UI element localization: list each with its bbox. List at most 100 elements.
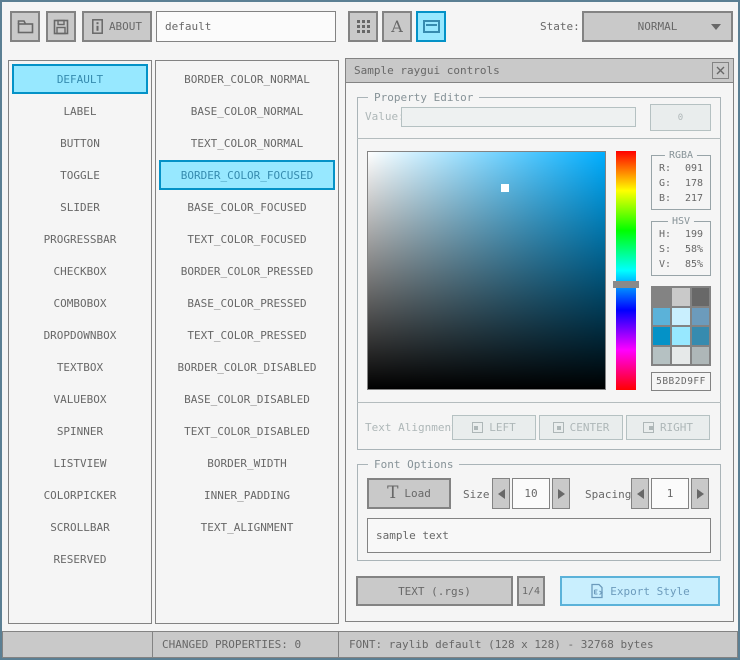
swatch-text-normal[interactable] <box>691 288 709 306</box>
list-item-valuebox[interactable]: VALUEBOX <box>12 384 148 414</box>
export-page-button[interactable]: 1/4 <box>517 576 545 606</box>
list-item-listview[interactable]: LISTVIEW <box>12 448 148 478</box>
size-increment-button[interactable] <box>552 478 570 509</box>
list-item-border-color-pressed[interactable]: BORDER_COLOR_PRESSED <box>159 256 335 286</box>
spacing-increment-button[interactable] <box>691 478 709 509</box>
swatch-text-disabled[interactable] <box>691 346 709 364</box>
arrow-left-icon <box>636 488 644 499</box>
controls-view-button[interactable] <box>416 11 446 42</box>
swatch-border-disabled[interactable] <box>653 346 671 364</box>
folder-icon <box>17 20 33 34</box>
arrow-left-icon <box>497 488 505 499</box>
list-item-base-color-focused[interactable]: BASE_COLOR_FOCUSED <box>159 192 335 222</box>
list-item-inner-padding[interactable]: INNER_PADDING <box>159 480 335 510</box>
list-item-textbox[interactable]: TEXTBOX <box>12 352 148 382</box>
value-apply-button[interactable]: 0 <box>650 104 711 131</box>
rguistyler-app: ABOUT default A State: NORMAL DEFAULT LA… <box>0 0 740 660</box>
arrow-right-icon <box>696 488 704 499</box>
list-item-base-color-normal[interactable]: BASE_COLOR_NORMAL <box>159 96 335 126</box>
list-item-checkbox[interactable]: CHECKBOX <box>12 256 148 286</box>
list-item-base-color-disabled[interactable]: BASE_COLOR_DISABLED <box>159 384 335 414</box>
rgba-b-row: B: 217 <box>659 193 703 204</box>
properties-listview: BORDER_COLOR_NORMAL BASE_COLOR_NORMAL TE… <box>155 60 339 624</box>
window-title: Sample raygui controls <box>354 64 500 77</box>
list-item-colorpicker[interactable]: COLORPICKER <box>12 480 148 510</box>
font-load-button[interactable]: T Load <box>367 478 451 509</box>
state-dropdown[interactable]: NORMAL <box>582 11 733 42</box>
statusbar-font-info: FONT: raylib default (128 x 128) - 32768… <box>338 631 738 658</box>
rgba-label: RGBA <box>664 150 698 161</box>
state-value: NORMAL <box>637 20 678 33</box>
list-item-base-color-pressed[interactable]: BASE_COLOR_PRESSED <box>159 288 335 318</box>
swatch-border-focused[interactable] <box>653 307 671 325</box>
hue-slider-handle[interactable] <box>613 281 639 288</box>
list-item-reserved[interactable]: RESERVED <box>12 544 148 574</box>
list-item-text-color-pressed[interactable]: TEXT_COLOR_PRESSED <box>159 320 335 350</box>
value-input[interactable] <box>401 107 636 127</box>
list-item-text-color-focused[interactable]: TEXT_COLOR_FOCUSED <box>159 224 335 254</box>
align-right-button[interactable]: RIGHT <box>626 415 710 440</box>
align-center-icon <box>552 422 564 433</box>
font-a-icon: A <box>391 16 403 36</box>
style-table-view-button[interactable] <box>348 11 378 42</box>
divider-top <box>357 138 721 139</box>
swatch-base-normal[interactable] <box>672 288 690 306</box>
about-button[interactable]: ABOUT <box>82 11 152 42</box>
font-view-button[interactable]: A <box>382 11 412 42</box>
size-value-box[interactable]: 10 <box>512 478 550 509</box>
statusbar-changed-properties: CHANGED PROPERTIES: 0 <box>152 631 339 658</box>
swatch-base-disabled[interactable] <box>672 346 690 364</box>
list-item-border-width[interactable]: BORDER_WIDTH <box>159 448 335 478</box>
about-label: ABOUT <box>108 20 143 33</box>
sample-text-input[interactable]: sample text <box>367 518 711 553</box>
list-item-border-color-disabled[interactable]: BORDER_COLOR_DISABLED <box>159 352 335 382</box>
list-item-toggle[interactable]: TOGGLE <box>12 160 148 190</box>
list-item-button[interactable]: BUTTON <box>12 128 148 158</box>
list-item-border-color-normal[interactable]: BORDER_COLOR_NORMAL <box>159 64 335 94</box>
chevron-down-icon <box>711 23 721 30</box>
hsv-group: HSV H: 199 S: 58% V: 85% <box>651 216 711 276</box>
spacing-decrement-button[interactable] <box>631 478 649 509</box>
list-item-border-color-focused[interactable]: BORDER_COLOR_FOCUSED <box>159 160 335 190</box>
close-button[interactable] <box>712 62 729 79</box>
controls-listview: DEFAULT LABEL BUTTON TOGGLE SLIDER PROGR… <box>8 60 152 624</box>
align-left-button[interactable]: LEFT <box>452 415 536 440</box>
list-item-text-color-disabled[interactable]: TEXT_COLOR_DISABLED <box>159 416 335 446</box>
list-item-progressbar[interactable]: PROGRESSBAR <box>12 224 148 254</box>
color-picker-cursor[interactable] <box>501 183 510 192</box>
export-format-button[interactable]: TEXT (.rgs) <box>356 576 513 606</box>
spacing-value-box[interactable]: 1 <box>651 478 689 509</box>
font-options-label: Font Options <box>368 458 460 471</box>
align-right-icon <box>642 422 654 433</box>
swatch-base-pressed[interactable] <box>672 327 690 345</box>
align-center-button[interactable]: CENTER <box>539 415 623 440</box>
color-saturation-value-panel[interactable] <box>367 151 606 390</box>
list-item-scrollbar[interactable]: SCROLLBAR <box>12 512 148 542</box>
sample-controls-window: Sample raygui controls Property Editor V… <box>345 58 734 622</box>
swatch-text-pressed[interactable] <box>691 327 709 345</box>
open-file-button[interactable] <box>10 11 40 42</box>
swatch-text-focused[interactable] <box>691 307 709 325</box>
size-decrement-button[interactable] <box>492 478 510 509</box>
export-file-icon <box>591 583 604 599</box>
save-file-button[interactable] <box>46 11 76 42</box>
list-item-slider[interactable]: SLIDER <box>12 192 148 222</box>
hue-bar[interactable] <box>616 151 636 390</box>
list-item-label[interactable]: LABEL <box>12 96 148 126</box>
swatch-base-focused[interactable] <box>672 307 690 325</box>
hex-color-input[interactable]: 5BB2D9FF <box>651 372 711 391</box>
window-titlebar[interactable]: Sample raygui controls <box>346 59 733 83</box>
list-item-dropdownbox[interactable]: DROPDOWNBOX <box>12 320 148 350</box>
swatch-border-normal[interactable] <box>653 288 671 306</box>
rgba-group: RGBA R: 091 G: 178 B: 217 <box>651 150 711 210</box>
list-item-spinner[interactable]: SPINNER <box>12 416 148 446</box>
list-item-text-color-normal[interactable]: TEXT_COLOR_NORMAL <box>159 128 335 158</box>
export-style-button[interactable]: Export Style <box>560 576 720 606</box>
swatch-border-pressed[interactable] <box>653 327 671 345</box>
property-editor-label: Property Editor <box>368 91 480 104</box>
list-item-text-alignment[interactable]: TEXT_ALIGNMENT <box>159 512 335 542</box>
text-alignment-label: Text Alignment: <box>365 421 465 434</box>
list-item-combobox[interactable]: COMBOBOX <box>12 288 148 318</box>
list-item-default[interactable]: DEFAULT <box>12 64 148 94</box>
style-name-input[interactable]: default <box>156 11 336 42</box>
